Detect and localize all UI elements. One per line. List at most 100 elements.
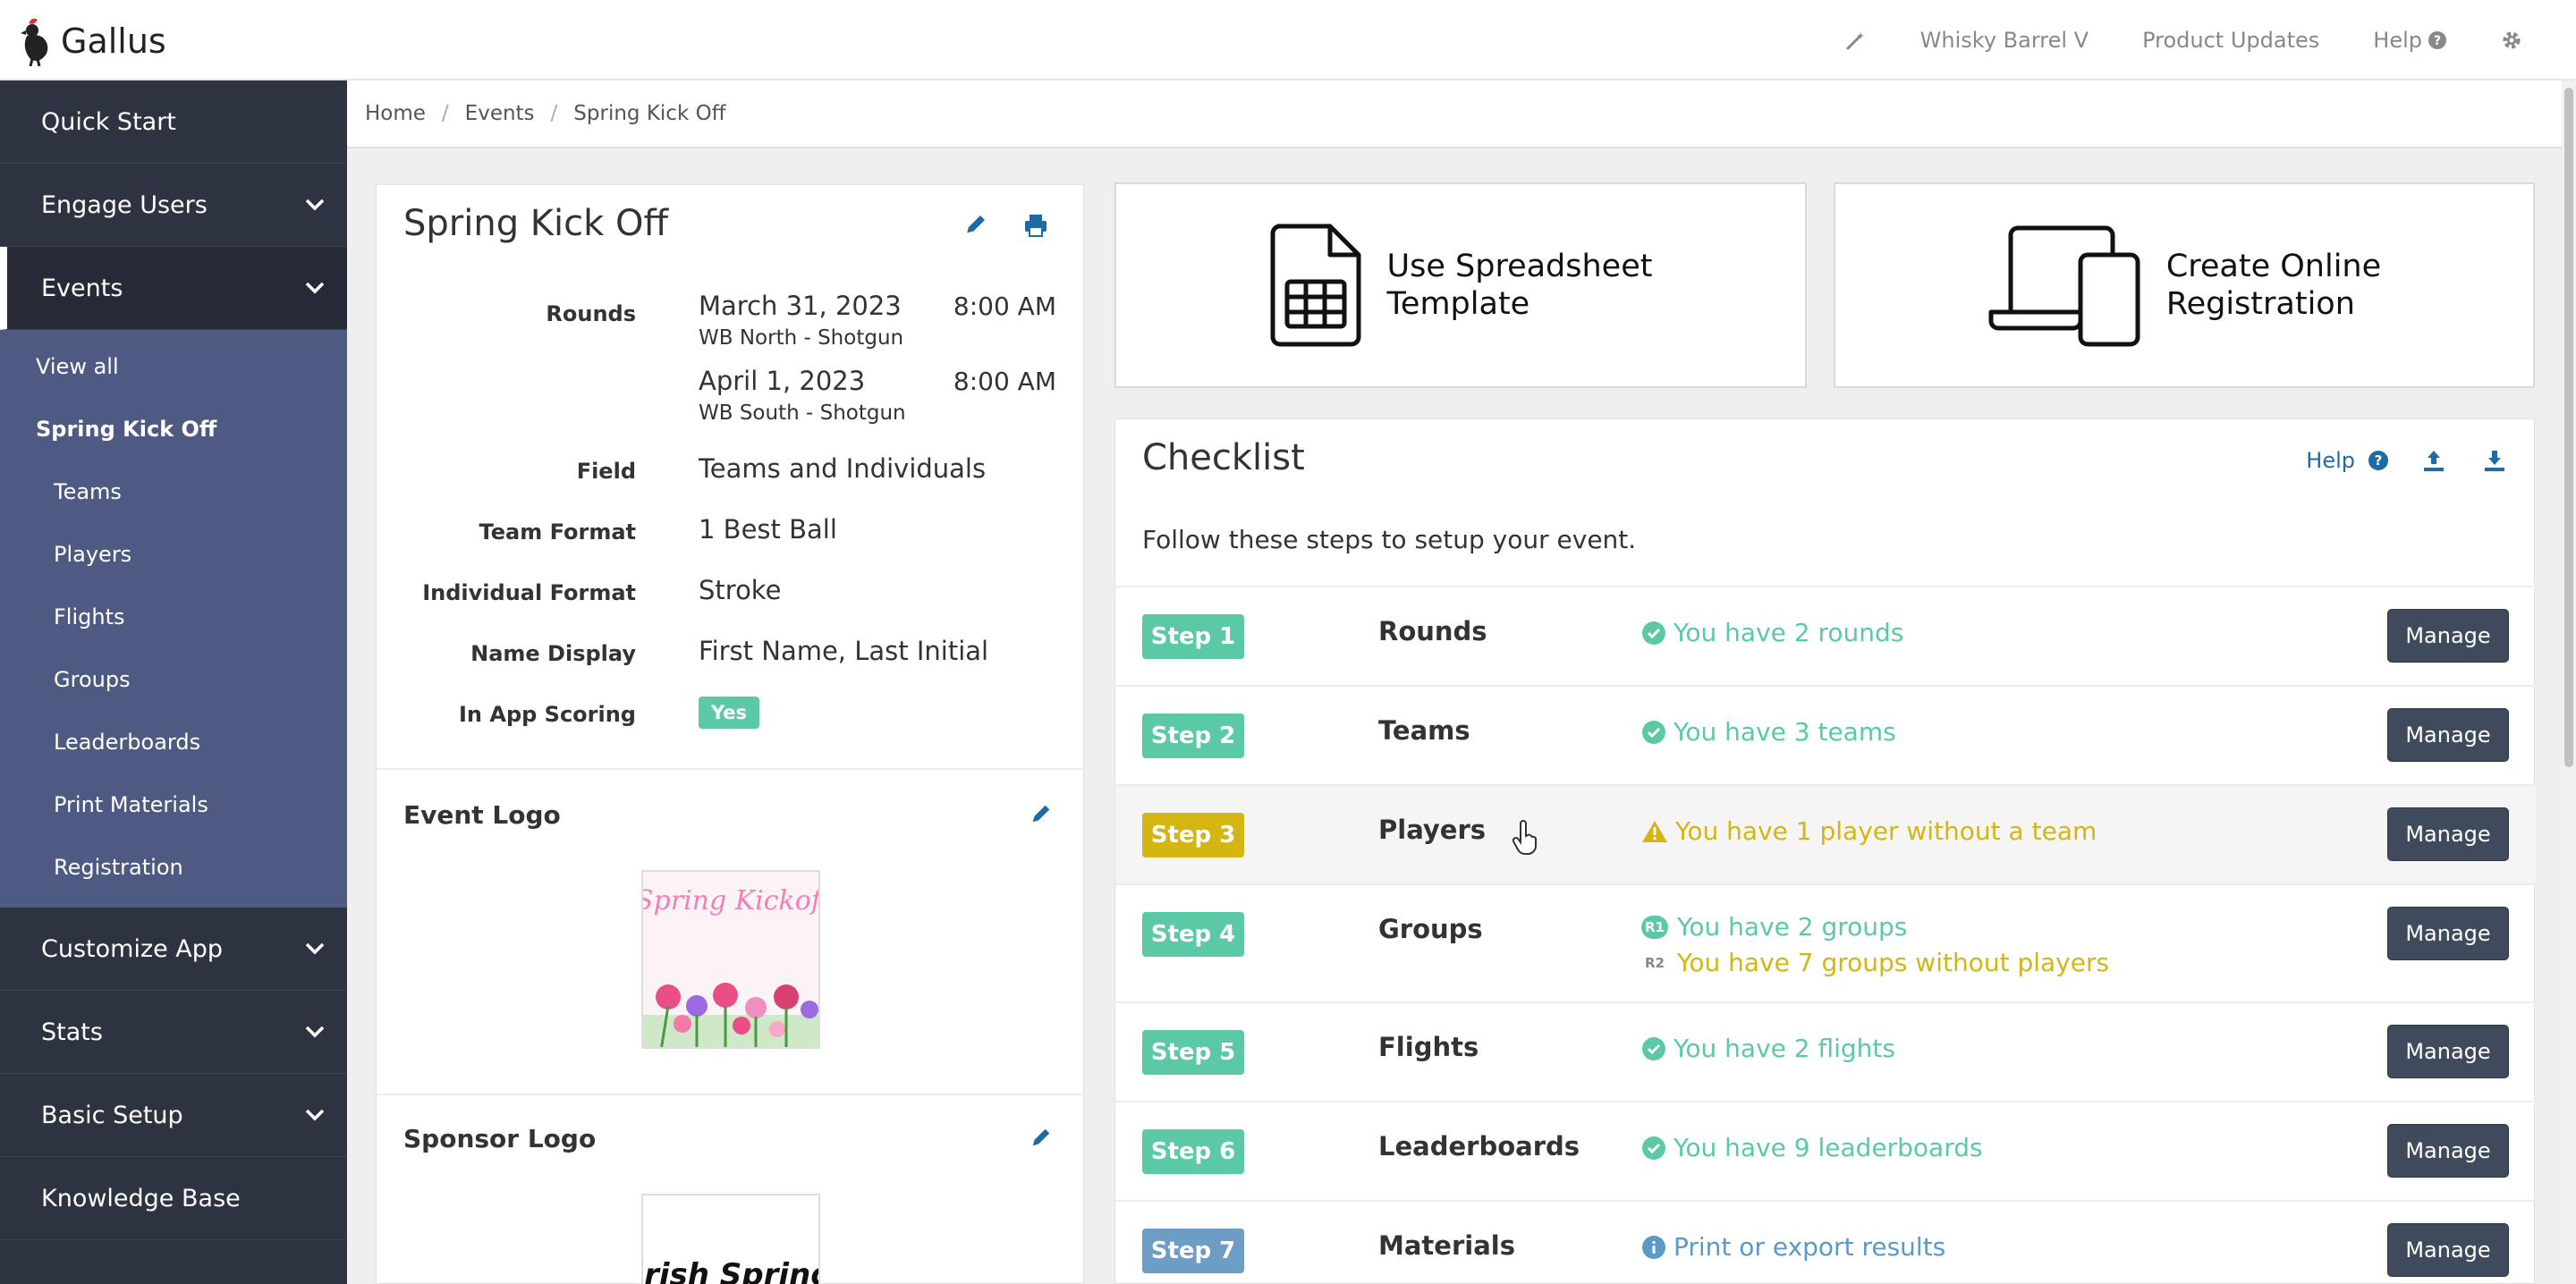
warning-icon xyxy=(1642,820,1667,842)
breadcrumb-separator: / xyxy=(550,102,558,125)
step-status-text: You have 3 teams xyxy=(1674,717,1896,747)
chevron-down-icon xyxy=(305,1109,325,1121)
spreadsheet-card-line2: Template xyxy=(1386,286,1530,322)
step-name: Rounds xyxy=(1378,616,1487,646)
registration-card-line1: Create Online xyxy=(2165,249,2382,284)
checklist-panel: Checklist Help ? Follow these steps to s… xyxy=(1114,418,2536,1284)
edit-sponsor-logo-button[interactable] xyxy=(1030,1126,1053,1153)
upload-icon[interactable] xyxy=(2421,448,2446,473)
step-status-secondary: R2 You have 7 groups without players xyxy=(1641,948,2109,977)
divider xyxy=(377,1094,1085,1095)
chevron-down-icon xyxy=(305,1026,325,1038)
sidebar-item-registration[interactable]: Registration xyxy=(0,836,347,899)
manage-materials-button[interactable]: Manage xyxy=(2387,1223,2509,1277)
step-status-text: Print or export results xyxy=(1674,1232,1946,1262)
checklist-row-players: Step 3 Players You have 1 player without… xyxy=(1115,784,2536,883)
edit-event-logo-button[interactable] xyxy=(1030,802,1053,829)
sidebar-item-events[interactable]: Events xyxy=(0,247,347,330)
sidebar-item-teams[interactable]: Teams xyxy=(0,460,347,523)
sidebar-item-current-event[interactable]: Spring Kick Off xyxy=(0,398,347,460)
top-bar: Gallus Whisky Barrel V Product Updates H… xyxy=(0,0,2576,80)
scrollbar-thumb[interactable] xyxy=(2564,88,2573,767)
sidebar-item-view-all[interactable]: View all xyxy=(0,335,347,398)
sidebar-item-print-materials[interactable]: Print Materials xyxy=(0,773,347,836)
gear-icon xyxy=(2503,31,2521,49)
step-status-text: You have 9 leaderboards xyxy=(1674,1133,1983,1162)
step-status-text: You have 2 rounds xyxy=(1674,618,1904,647)
sidebar-item-basic-setup[interactable]: Basic Setup xyxy=(0,1074,347,1157)
printer-icon xyxy=(1025,215,1046,237)
svg-text:?: ? xyxy=(2375,452,2383,469)
org-selector[interactable]: Whisky Barrel V xyxy=(1920,28,2089,53)
event-detail-panel: Spring Kick Off Rounds March 31, 2023 8:… xyxy=(376,184,1085,1284)
breadcrumb: Home / Events / Spring Kick Off xyxy=(347,80,2576,148)
checklist-intro: Follow these steps to setup your event. xyxy=(1142,525,1637,554)
sidebar-item-groups[interactable]: Groups xyxy=(0,648,347,711)
breadcrumb-separator: / xyxy=(441,102,449,125)
devices-icon xyxy=(1988,225,2140,347)
event-logo-image: Spring Kickoff xyxy=(641,870,820,1049)
manage-teams-button[interactable]: Manage xyxy=(2387,708,2509,762)
sidebar-item-label: Quick Start xyxy=(41,107,176,136)
event-logo-title: Event Logo xyxy=(403,800,561,830)
app-logo[interactable]: Gallus xyxy=(14,14,166,68)
manage-groups-button[interactable]: Manage xyxy=(2387,907,2509,960)
manage-flights-button[interactable]: Manage xyxy=(2387,1025,2509,1078)
edit-event-button[interactable] xyxy=(963,212,988,241)
sidebar-item-leaderboards[interactable]: Leaderboards xyxy=(0,711,347,773)
product-updates-link[interactable]: Product Updates xyxy=(2142,28,2319,53)
sidebar-item-customize-app[interactable]: Customize App xyxy=(0,908,347,991)
round-2-tag: R2 xyxy=(1645,954,1665,971)
sidebar-item-knowledge-base[interactable]: Knowledge Base xyxy=(0,1157,347,1240)
info-circle-icon xyxy=(1642,1235,1665,1259)
in-app-scoring-label: In App Scoring xyxy=(459,702,636,727)
check-circle-icon xyxy=(1642,1036,1665,1060)
sidebar-item-engage-users[interactable]: Engage Users xyxy=(0,164,347,247)
sponsor-logo-text: Irish Spring xyxy=(643,1257,820,1284)
help-link[interactable]: Help ? xyxy=(2373,28,2447,53)
round-1-time: 8:00 AM xyxy=(953,291,1056,321)
check-circle-icon xyxy=(1642,621,1665,645)
name-display-value: First Name, Last Initial xyxy=(699,636,989,666)
sidebar: Quick Start Engage Users Events View all… xyxy=(0,80,347,1284)
step-name: Teams xyxy=(1378,715,1470,746)
download-icon[interactable] xyxy=(2482,448,2507,473)
svg-text:?: ? xyxy=(2434,34,2441,48)
checklist-row-teams: Step 2 Teams You have 3 teams Manage xyxy=(1115,685,2536,784)
pencil-icon xyxy=(1032,1128,1050,1146)
sponsor-logo-image: Irish Spring xyxy=(641,1194,820,1284)
manage-rounds-button[interactable]: Manage xyxy=(2387,609,2509,663)
team-format-value: 1 Best Ball xyxy=(699,514,837,545)
individual-format-label: Individual Format xyxy=(422,580,636,605)
pencil-icon xyxy=(966,215,985,234)
sidebar-item-stats[interactable]: Stats xyxy=(0,991,347,1074)
sidebar-item-quick-start[interactable]: Quick Start xyxy=(0,80,347,164)
use-spreadsheet-template-card[interactable]: Use Spreadsheet Template xyxy=(1114,182,1807,388)
flowers-illustration xyxy=(643,983,818,1047)
sidebar-item-players[interactable]: Players xyxy=(0,523,347,586)
manage-leaderboards-button[interactable]: Manage xyxy=(2387,1124,2509,1178)
breadcrumb-home[interactable]: Home xyxy=(365,102,426,125)
step-badge: Step 4 xyxy=(1142,912,1244,957)
manage-players-button[interactable]: Manage xyxy=(2387,807,2509,861)
step-status: You have 3 teams xyxy=(1641,717,1896,747)
checklist-help-link[interactable]: Help xyxy=(2306,448,2355,473)
magic-wand-button[interactable] xyxy=(1845,30,1867,51)
sidebar-item-flights[interactable]: Flights xyxy=(0,586,347,648)
settings-button[interactable] xyxy=(2501,30,2522,51)
question-circle-icon: ? xyxy=(2428,31,2446,49)
step-badge: Step 3 xyxy=(1142,813,1244,857)
sidebar-item-label: Engage Users xyxy=(41,190,208,219)
team-format-label: Team Format xyxy=(479,520,636,545)
page-scrollbar[interactable] xyxy=(2562,80,2576,1284)
round-1-course: WB North - Shotgun xyxy=(699,326,904,350)
step-status: R1 You have 2 groups xyxy=(1641,912,1907,942)
breadcrumb-events[interactable]: Events xyxy=(465,102,535,125)
create-online-registration-card[interactable]: Create Online Registration xyxy=(1834,182,2535,388)
question-circle-icon[interactable]: ? xyxy=(2368,450,2389,471)
print-event-button[interactable] xyxy=(1022,212,1049,242)
round-1-tag: R1 xyxy=(1641,915,1668,939)
field-label: Field xyxy=(576,459,636,484)
step-status: Print or export results xyxy=(1641,1232,1945,1262)
sidebar-item-label: Customize App xyxy=(41,934,224,963)
